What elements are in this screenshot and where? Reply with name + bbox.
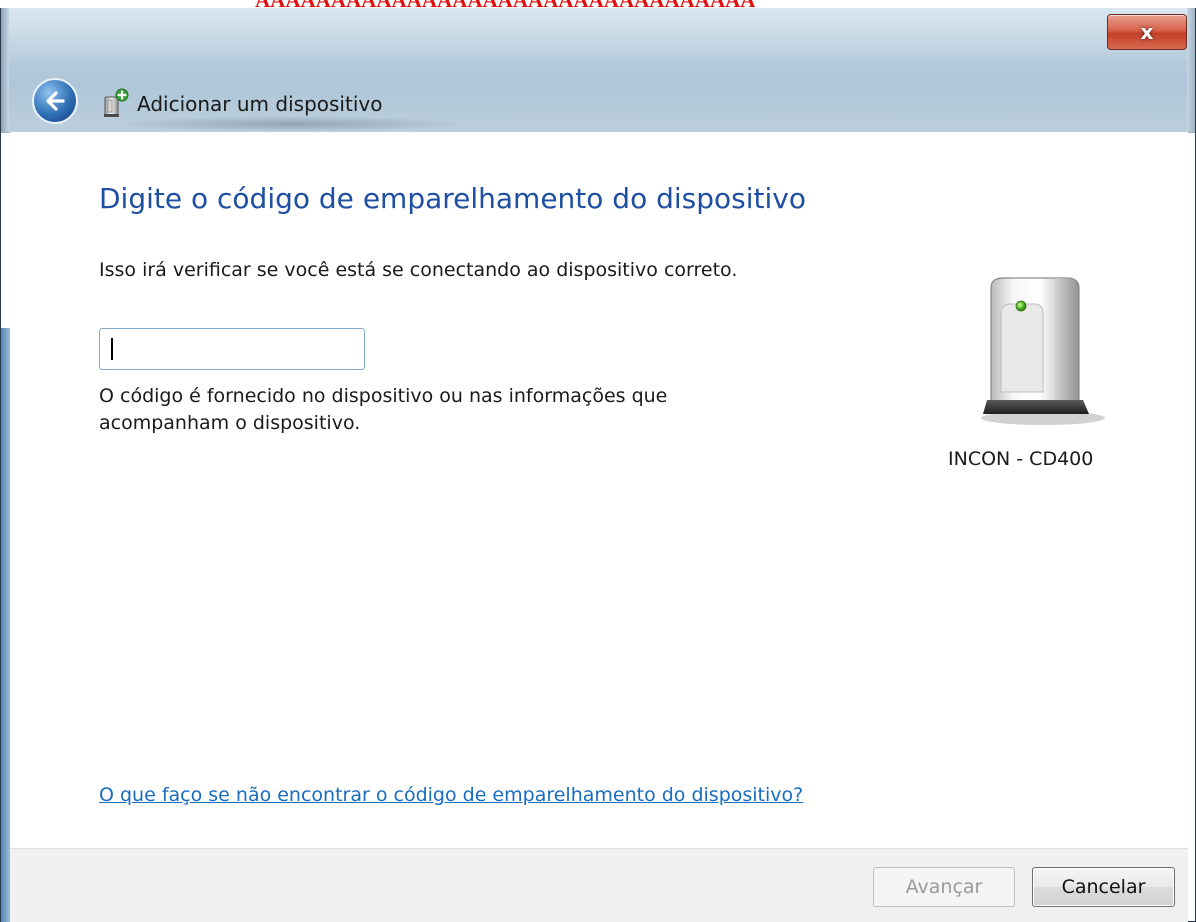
back-arrow-icon bbox=[46, 91, 65, 111]
title-bar-sheen bbox=[1, 8, 1195, 60]
next-button[interactable]: Avançar bbox=[873, 867, 1015, 907]
window-left-edge bbox=[1, 8, 9, 132]
add-device-window: x Adicionar um dispositivo Digite o códi… bbox=[0, 8, 1196, 922]
back-button[interactable] bbox=[32, 78, 78, 124]
text-caret bbox=[111, 338, 113, 360]
add-device-icon bbox=[104, 88, 129, 117]
instruction-text: Isso irá verificar se você está se conec… bbox=[99, 259, 738, 281]
window-right-edge bbox=[1187, 8, 1195, 132]
content-area: Digite o código de emparelhamento do dis… bbox=[10, 132, 1188, 848]
button-bar: Avançar Cancelar bbox=[10, 848, 1188, 922]
generic-device-icon bbox=[981, 277, 1105, 425]
window-title: Adicionar um dispositivo bbox=[137, 92, 383, 116]
pairing-code-input[interactable] bbox=[99, 328, 365, 370]
code-help-text: O código é fornecido no dispositivo ou n… bbox=[99, 385, 668, 434]
cancel-button[interactable]: Cancelar bbox=[1032, 867, 1175, 907]
page-heading: Digite o código de emparelhamento do dis… bbox=[99, 182, 806, 215]
screen: AAAAAAAAAAAAAAAAAAAAAAAAAAAAAAAAA x bbox=[0, 0, 1196, 922]
title-bar-shadow bbox=[111, 116, 471, 132]
device-name: INCON - CD400 bbox=[948, 448, 1094, 470]
close-button[interactable]: x bbox=[1107, 14, 1187, 50]
title-bar: x Adicionar um dispositivo bbox=[1, 8, 1195, 133]
pairing-code-help-link[interactable]: O que faço se não encontrar o código de … bbox=[99, 784, 803, 806]
